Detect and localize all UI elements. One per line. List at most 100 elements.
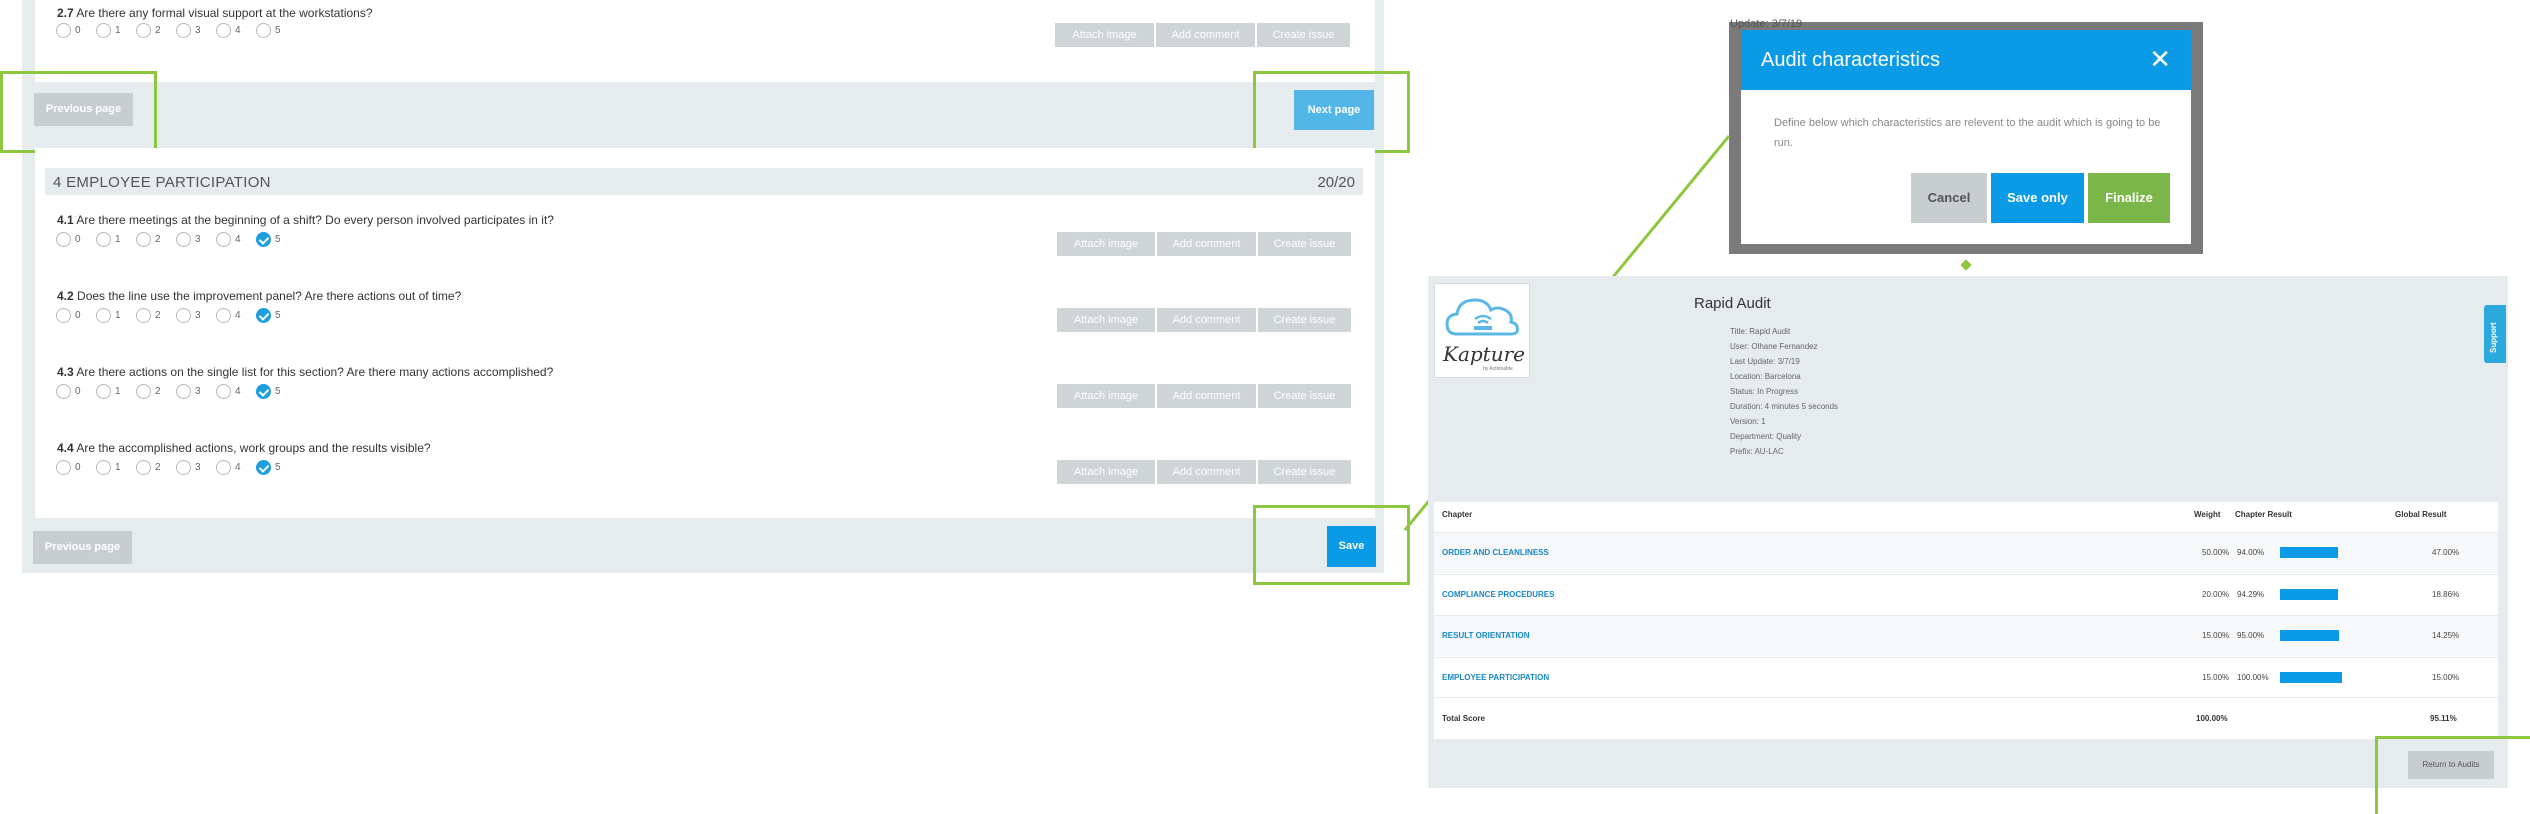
rating-option-1[interactable] [96, 308, 111, 323]
cloud-logo-icon [1445, 298, 1519, 336]
rating-option-4[interactable] [216, 232, 231, 247]
add-comment-button[interactable]: Add comment [1157, 460, 1256, 484]
chapter-link[interactable]: EMPLOYEE PARTICIPATION [1442, 673, 1549, 682]
rating-option-2[interactable] [136, 23, 151, 38]
add-comment-button[interactable]: Add comment [1157, 384, 1256, 408]
rating-option-label: 3 [195, 310, 201, 321]
rating-option-label: 2 [155, 25, 161, 36]
meta-line: Last Update: 3/7/19 [1730, 357, 1800, 366]
create-issue-button[interactable]: Create issue [1258, 232, 1351, 256]
add-comment-button[interactable]: Add comment [1157, 308, 1256, 332]
rating-option-2[interactable] [136, 308, 151, 323]
row-weight: 50.00% [2202, 548, 2230, 557]
meta-line: Status: In Progress [1730, 387, 1799, 396]
attach-image-button[interactable]: Attach image [1057, 460, 1155, 484]
create-issue-button[interactable]: Create issue [1258, 308, 1351, 332]
rating-option-4[interactable] [216, 308, 231, 323]
meta-line: User: Olhane Fernandez [1730, 342, 1818, 351]
rating-option-4[interactable] [216, 23, 231, 38]
attach-image-button[interactable]: Attach image [1057, 384, 1155, 408]
create-issue-button[interactable]: Create issue [1258, 384, 1351, 408]
rating-option-label: 0 [75, 386, 81, 397]
row-chapter-result: 100.00% [2237, 672, 2269, 682]
table-row: EMPLOYEE PARTICIPATION 15.00% 100.00% 15.00… [1434, 656, 2498, 698]
meta-line: Department: Quality [1730, 432, 1802, 441]
chapter-link[interactable]: ORDER AND CLEANLINESS [1442, 548, 1549, 557]
row-global-result: 18.86% [2432, 589, 2460, 599]
rating-option-1[interactable] [96, 23, 111, 38]
header-chapter: Chapter [1442, 510, 1473, 519]
total-label: Total Score [1442, 714, 1485, 723]
rating-option-4[interactable] [216, 460, 231, 475]
rating-option-0[interactable] [56, 308, 71, 323]
rating-option-label: 4 [235, 386, 241, 397]
rating-option-label: 3 [195, 234, 201, 245]
rating-option-3[interactable] [176, 23, 191, 38]
add-comment-button[interactable]: Add comment [1157, 232, 1256, 256]
attach-image-button[interactable]: Attach image [1057, 232, 1155, 256]
rating-option-1[interactable] [96, 384, 111, 399]
rating-option-5[interactable] [256, 308, 271, 323]
rating-option-0[interactable] [56, 384, 71, 399]
rating-option-5[interactable] [256, 384, 271, 399]
rating-option-0[interactable] [56, 23, 71, 38]
rating-option-2[interactable] [136, 384, 151, 399]
rating-option-3[interactable] [176, 232, 191, 247]
table-row: ORDER AND CLEANLINESS 50.00% 94.00% 47.00% [1434, 532, 2498, 573]
total-weight: 100.00% [2196, 714, 2228, 723]
attach-image-button[interactable]: Attach image [1057, 308, 1155, 332]
rating-option-2[interactable] [136, 232, 151, 247]
rating-option-label: 1 [115, 386, 121, 397]
support-tab[interactable]: Support [2484, 305, 2506, 363]
rating-option-3[interactable] [176, 460, 191, 475]
chapter-link[interactable]: COMPLIANCE PROCEDURES [1442, 590, 1554, 599]
rating-option-3[interactable] [176, 384, 191, 399]
chapter-result-bar [2280, 588, 2339, 600]
rating-option-4[interactable] [216, 384, 231, 399]
rating-option-1[interactable] [96, 232, 111, 247]
total-row: Total Score 100.00% 95.11% [1434, 697, 2498, 738]
audit-meta: Title: Rapid Audit User: Olhane Fernande… [1730, 324, 1838, 459]
table-row: RESULT ORIENTATION 15.00% 95.00% 14.25% [1434, 615, 2498, 656]
rating-option-label: 2 [155, 310, 161, 321]
meta-line: Title: Rapid Audit [1730, 327, 1791, 336]
rating-option-label: 2 [155, 462, 161, 473]
rating-option-label: 5 [275, 386, 281, 397]
chapter-link[interactable]: RESULT ORIENTATION [1442, 631, 1530, 640]
row-chapter-result: 95.00% [2237, 631, 2265, 640]
rating-option-3[interactable] [176, 308, 191, 323]
header-chapter-result: Chapter Result [2235, 510, 2292, 519]
rating-option-label: 5 [275, 310, 281, 321]
rating-option-label: 3 [195, 462, 201, 473]
result-title: Rapid Audit [1694, 295, 1771, 312]
rating-option-label: 1 [115, 25, 121, 36]
table-row: COMPLIANCE PROCEDURES 20.00% 94.29% 18.86% [1434, 573, 2498, 615]
highlight-return [2375, 736, 2530, 814]
row-global-result: 15.00% [2432, 672, 2460, 682]
total-global: 95.11% [2430, 714, 2457, 723]
support-label: Support [2489, 322, 2498, 353]
rating-option-label: 2 [155, 386, 161, 397]
rating-option-5[interactable] [256, 232, 271, 247]
create-issue-button[interactable]: Create issue [1258, 460, 1351, 484]
header-weight: Weight [2194, 510, 2221, 519]
row-weight: 15.00% [2202, 631, 2230, 640]
rating-option-label: 0 [75, 310, 81, 321]
rating-option-1[interactable] [96, 460, 111, 475]
meta-line: Duration: 4 minutes 5 seconds [1730, 402, 1839, 411]
rating-option-label: 4 [235, 462, 241, 473]
rating-option-0[interactable] [56, 460, 71, 475]
header-global-result: Global Result [2395, 510, 2447, 519]
rating-option-0[interactable] [56, 232, 71, 247]
brand-subtitle: by Actionable [1483, 366, 1513, 372]
rating-option-label: 5 [275, 234, 281, 245]
chapter-result-bar [2280, 671, 2342, 683]
rating-option-label: 1 [115, 234, 121, 245]
row-weight: 20.00% [2202, 589, 2230, 599]
rating-option-label: 3 [195, 25, 201, 36]
rating-option-5[interactable] [256, 460, 271, 475]
rating-option-2[interactable] [136, 460, 151, 475]
screenshot-canvas: { "form": { "q27": {"num": "2.7", "text"… [0, 0, 2530, 814]
rating-option-5[interactable] [256, 23, 271, 38]
rating-option-label: 3 [195, 386, 201, 397]
